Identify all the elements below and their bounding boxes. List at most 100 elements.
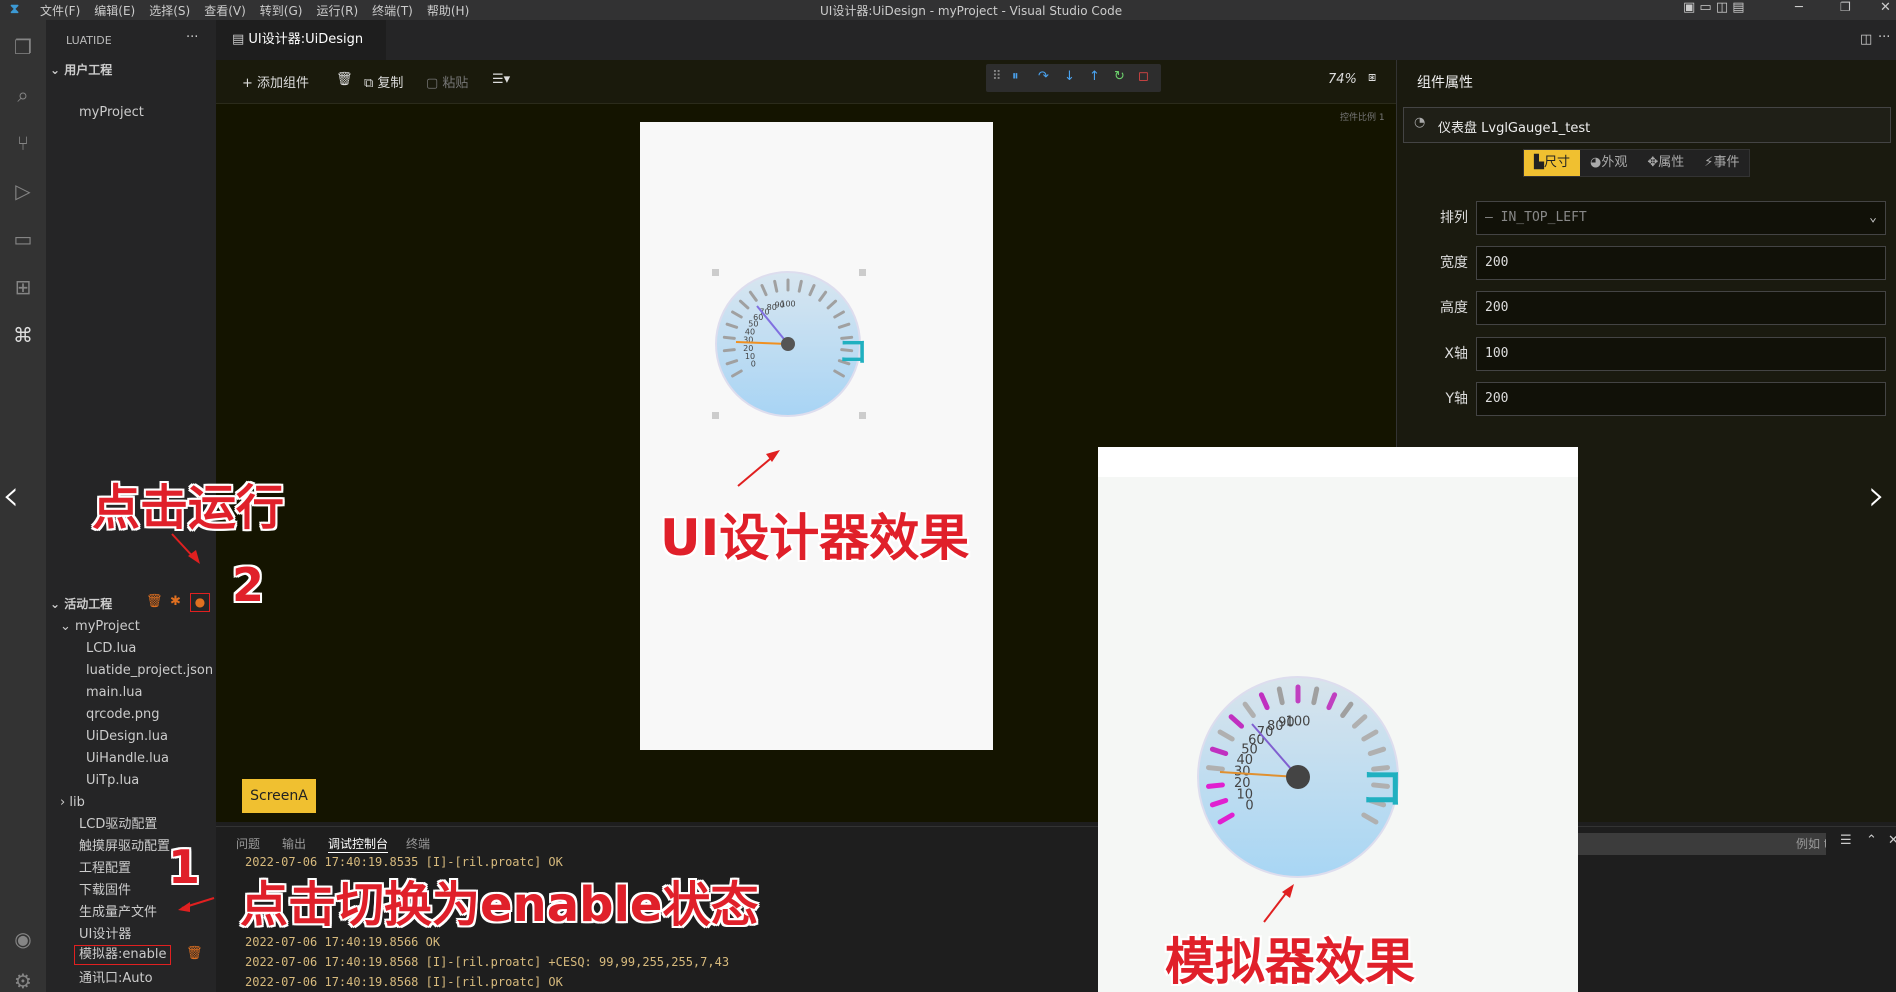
prev-slide-icon[interactable]: ‹ (2, 470, 20, 521)
height-input[interactable]: 200 (1476, 291, 1886, 325)
file-item[interactable]: qrcode.png (86, 704, 160, 725)
run-debug-icon[interactable]: ▷ (10, 178, 36, 204)
section-user-label: 用户工程 (64, 63, 113, 77)
step-into-icon[interactable]: ↓ (1064, 69, 1075, 84)
section-active-label: 活动工程 (64, 597, 113, 611)
tab-attributes[interactable]: ✥属性 (1637, 150, 1694, 176)
menu-edit[interactable]: 编辑(E) (94, 2, 135, 19)
tab-events[interactable]: ⚡事件 (1694, 150, 1749, 176)
menu-help[interactable]: 帮助(H) (427, 2, 469, 19)
minimize-icon[interactable]: ─ (1795, 0, 1803, 15)
menu-run[interactable]: 运行(R) (316, 2, 358, 19)
panel-tab-terminal[interactable]: 终端 (406, 835, 430, 852)
prop-y-row: Y轴 200 (1396, 380, 1896, 418)
step-out-icon[interactable]: ↑ (1089, 69, 1100, 84)
maximize-panel-icon[interactable]: ⌃ (1866, 833, 1877, 848)
ui-designer-item[interactable]: UI设计器 (79, 924, 131, 945)
comm-port-item[interactable]: 通讯口:Auto (79, 968, 153, 989)
run-button[interactable]: ● (190, 593, 210, 612)
debug-bug-icon[interactable]: ✱ (170, 594, 181, 609)
file-item[interactable]: main.lua (86, 682, 142, 703)
console-filter-input[interactable]: 例如 text、!exclude) (1576, 833, 1826, 855)
y-input[interactable]: 200 (1476, 382, 1886, 416)
gauge-tick (773, 279, 779, 293)
hierarchy-icon[interactable]: ⧆ (1368, 70, 1376, 85)
prop-y-label: Y轴 (1445, 391, 1468, 407)
designer-gauge[interactable]: 0102030405060708090100 コ (640, 122, 993, 750)
close-icon[interactable]: ✕ (1880, 0, 1891, 15)
screen-a-button[interactable]: ScreenA (242, 779, 316, 813)
search-icon[interactable]: ⌕ (10, 82, 36, 108)
wrap-lines-icon[interactable]: ☰ (1840, 833, 1852, 848)
split-editor-icon[interactable]: ◫ (1860, 32, 1872, 47)
component-selector[interactable]: ◔ 仪表盘 LvglGauge1_test (1403, 107, 1891, 143)
section-active-project[interactable]: ⌄ 活动工程 (50, 594, 112, 615)
x-input[interactable]: 100 (1476, 337, 1886, 371)
align-menu-icon[interactable]: ☰▾ (492, 72, 510, 87)
next-slide-icon[interactable]: › (1868, 470, 1886, 521)
account-icon[interactable]: ◉ (10, 926, 36, 952)
designer-toolbar: + 添加组件 🗑 ⧉ 复制 ▢ 粘贴 ☰▾ ⠿ ⏸ ↷ ↓ ↑ ↻ ◻ 74% … (216, 60, 1396, 104)
simulator-delete-icon[interactable]: 🗑 (186, 946, 203, 961)
gauge-tick (797, 279, 803, 293)
menu-terminal[interactable]: 终端(T) (372, 2, 413, 19)
restore-icon[interactable]: ❐ (1840, 0, 1851, 14)
gauge-tick (1311, 686, 1320, 706)
settings-gear-icon[interactable]: ⚙ (10, 968, 36, 992)
prop-x-label: X轴 (1444, 346, 1468, 362)
file-item[interactable]: UiTp.lua (86, 770, 139, 791)
prop-width-row: 宽度 200 (1396, 244, 1896, 282)
component-name: 仪表盘 LvglGauge1_test (1438, 121, 1591, 136)
tab-size[interactable]: ▙尺寸 (1524, 150, 1581, 176)
layout-icon[interactable]: ▣ ▭ ◫ ▤ (1683, 0, 1745, 15)
step-over-icon[interactable]: ↷ (1038, 69, 1049, 84)
luatide-chip-icon[interactable]: ⌘ (10, 322, 36, 348)
editor-more-icon[interactable]: ··· (1878, 30, 1890, 45)
delete-project-icon[interactable]: 🗑 (146, 594, 163, 609)
menu-goto[interactable]: 转到(G) (260, 2, 303, 19)
extensions-icon[interactable]: ⊞ (10, 274, 36, 300)
section-user-projects[interactable]: ⌄ 用户工程 (50, 60, 112, 81)
restart-icon[interactable]: ↻ (1114, 69, 1125, 84)
paste-button[interactable]: ▢ 粘贴 (426, 72, 468, 91)
stop-icon[interactable]: ◻ (1138, 69, 1149, 84)
menu-select[interactable]: 选择(S) (149, 2, 190, 19)
menu-file[interactable]: 文件(F) (40, 2, 80, 19)
design-canvas[interactable]: 0 10 20 30 40 50 60 70 80 90 100 コ (640, 122, 993, 750)
file-item[interactable]: UiHandle.lua (86, 748, 169, 769)
lib-folder[interactable]: › lib (60, 792, 85, 813)
delete-component-icon[interactable]: 🗑 (336, 72, 353, 87)
tab-uidesign[interactable]: ▤ UI设计器:UiDesign ✕ (216, 20, 386, 87)
download-firmware[interactable]: 下载固件 (79, 880, 131, 901)
touch-driver-config[interactable]: 触摸屏驱动配置 (79, 836, 170, 857)
panel-tab-problems[interactable]: 问题 (236, 835, 260, 852)
align-select[interactable]: — IN_TOP_LEFT ⌄ (1476, 201, 1886, 235)
close-panel-icon[interactable]: ✕ (1888, 833, 1896, 848)
source-control-icon[interactable]: ⑂ (10, 130, 36, 156)
width-input[interactable]: 200 (1476, 246, 1886, 280)
panel-tab-output[interactable]: 输出 (282, 835, 306, 852)
more-actions-icon[interactable]: ··· (186, 30, 198, 45)
gauge-tick (722, 348, 736, 353)
generate-production-file[interactable]: 生成量产文件 (79, 902, 157, 923)
file-item[interactable]: LCD.lua (86, 638, 136, 659)
prop-tabs: ▙尺寸 ◕外观 ✥属性 ⚡事件 (1523, 149, 1751, 177)
pause-icon[interactable]: ⏸ (1012, 69, 1019, 84)
tab-appearance[interactable]: ◕外观 (1580, 150, 1637, 176)
file-item[interactable]: UiDesign.lua (86, 726, 168, 747)
user-project-item[interactable]: myProject (79, 102, 144, 123)
lcd-driver-config[interactable]: LCD驱动配置 (79, 814, 157, 835)
explorer-icon[interactable]: ❐ (10, 34, 36, 60)
remote-explorer-icon[interactable]: ▭ (10, 226, 36, 252)
menu-view[interactable]: 查看(V) (204, 2, 246, 19)
properties-header: 组件属性 (1417, 75, 1473, 91)
drag-handle-icon[interactable]: ⠿ (992, 69, 1002, 84)
active-project-item[interactable]: ⌄ myProject (60, 616, 140, 637)
project-config[interactable]: 工程配置 (79, 858, 131, 879)
copy-button[interactable]: ⧉ 复制 (364, 72, 403, 91)
tab-appearance-label: 外观 (1601, 155, 1628, 170)
simulator-toggle[interactable]: 模拟器:enable (74, 945, 172, 965)
add-component-button[interactable]: + 添加组件 (242, 72, 309, 91)
panel-tab-debug-console[interactable]: 调试控制台 (328, 835, 389, 853)
file-item[interactable]: luatide_project.json (86, 660, 213, 681)
